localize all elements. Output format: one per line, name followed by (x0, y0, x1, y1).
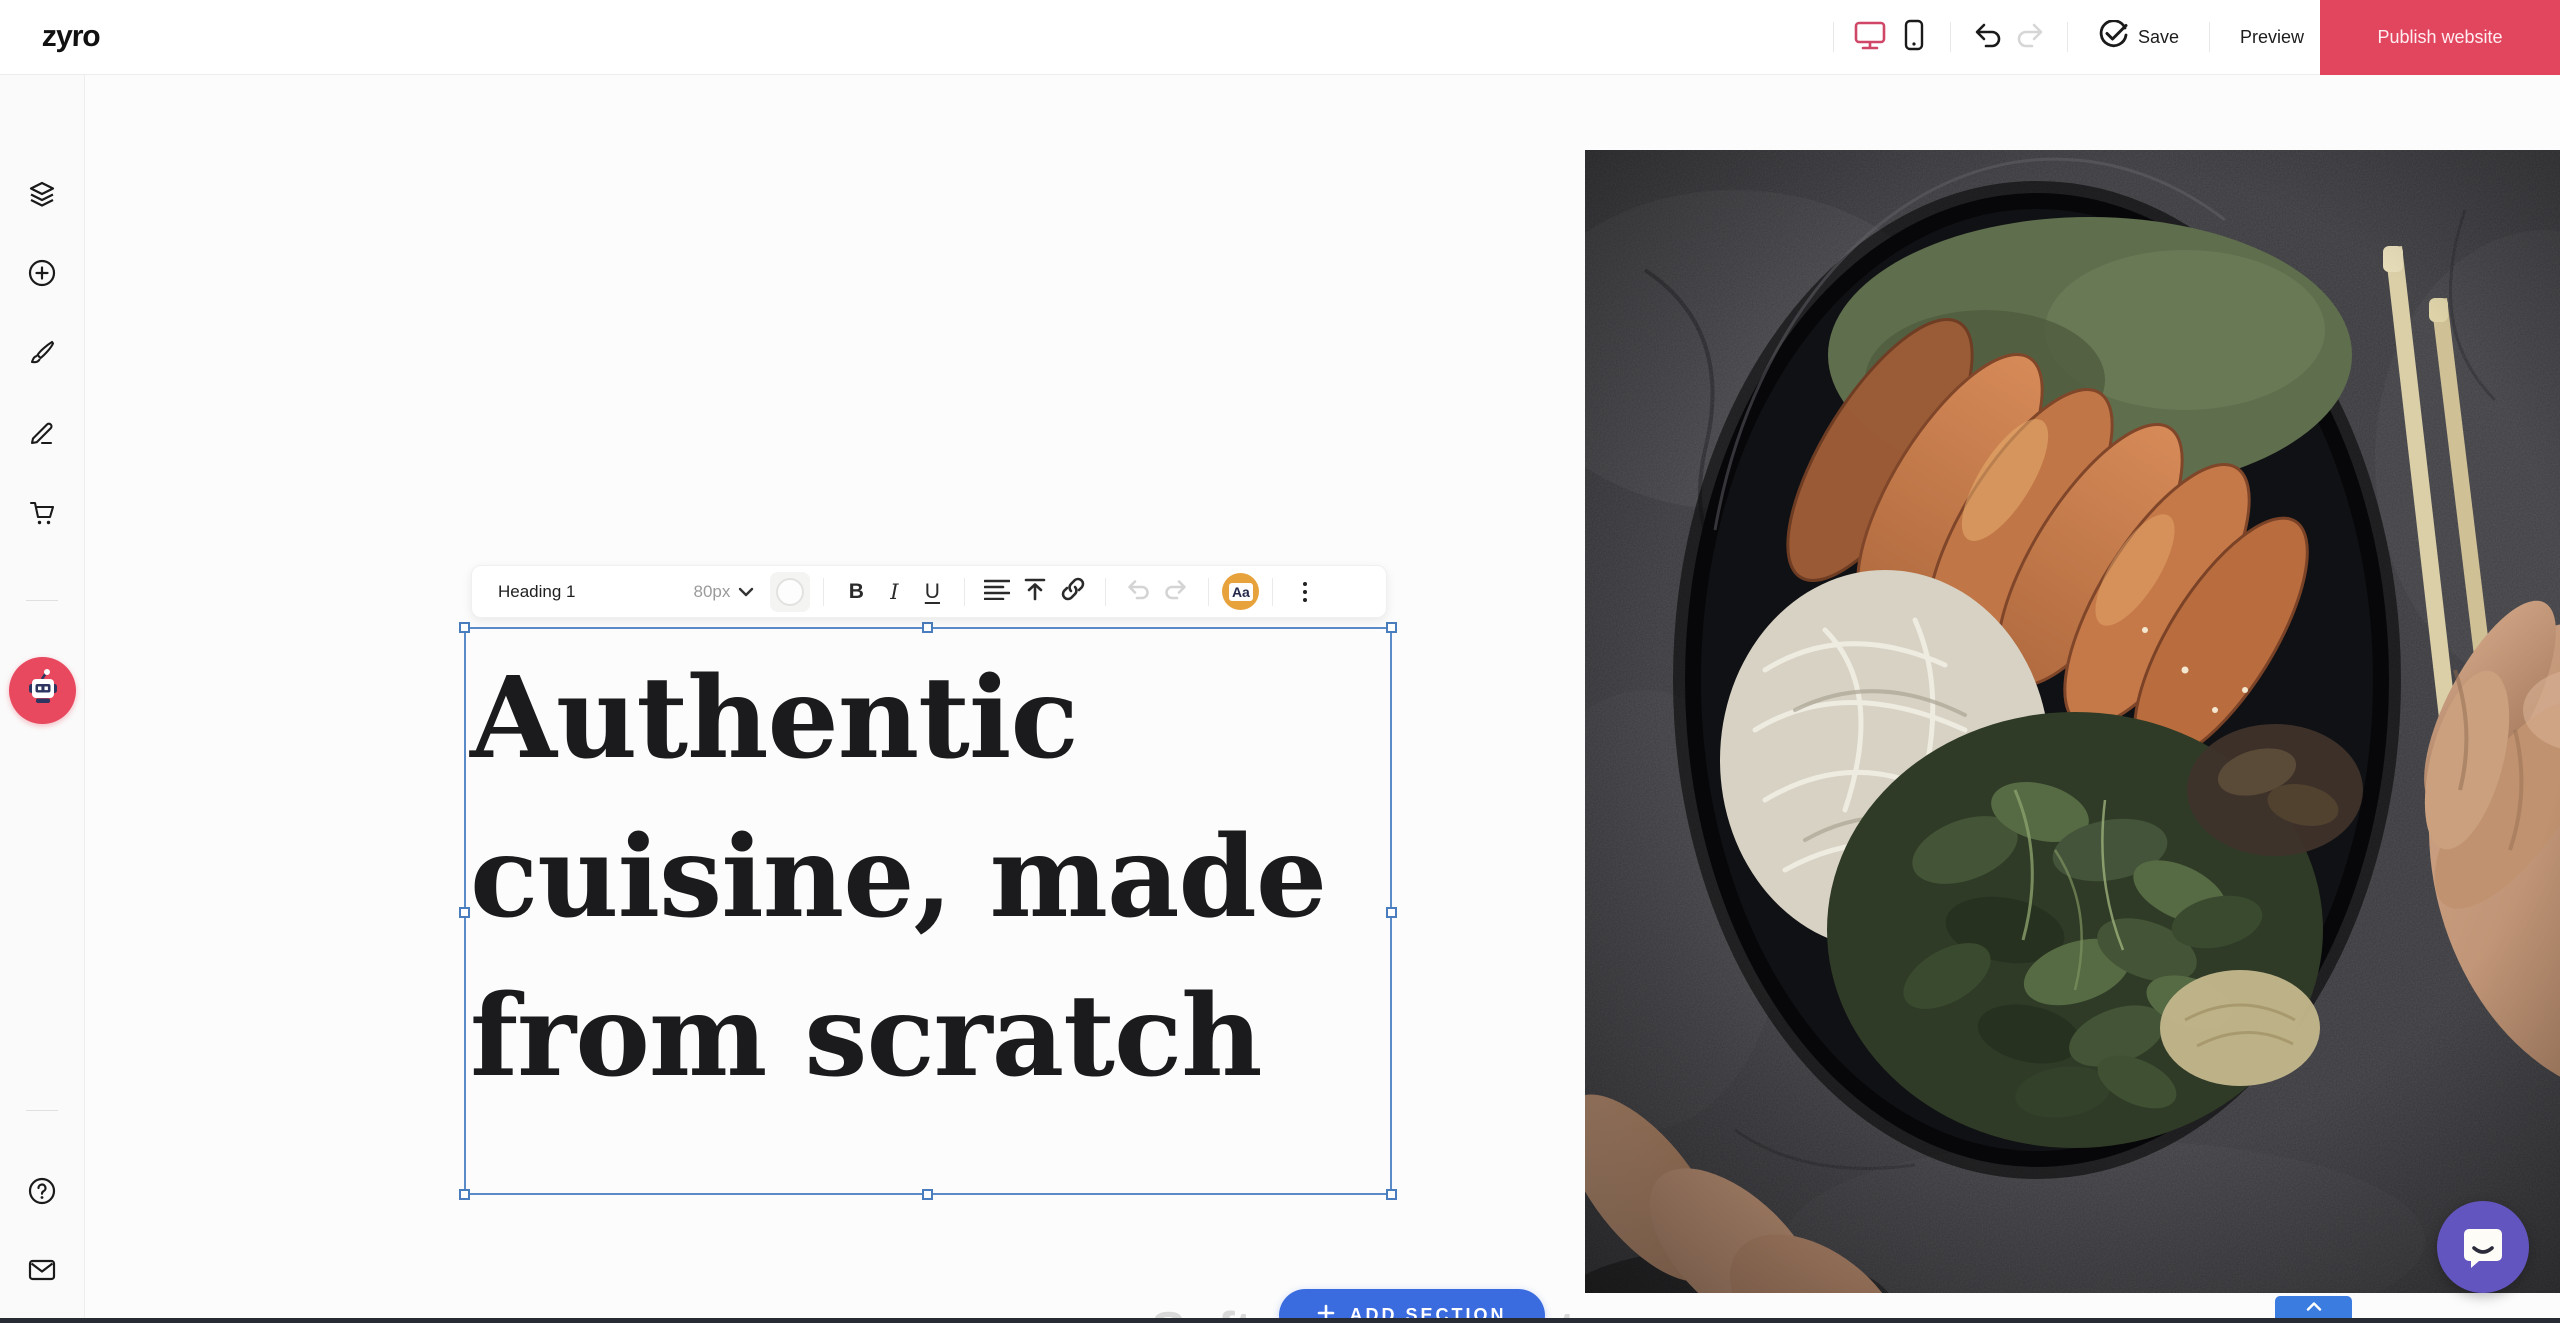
sidebar-item-blog[interactable] (20, 413, 64, 457)
undo-icon (1125, 578, 1151, 606)
selected-text-block[interactable]: Authentic cuisine, made from scratch (464, 627, 1392, 1195)
resize-handle-ne[interactable] (1386, 622, 1397, 633)
vertical-align-button[interactable] (1016, 573, 1054, 611)
sidebar-item-layers[interactable] (20, 174, 64, 218)
divider (1208, 578, 1209, 606)
desktop-view-button[interactable] (1848, 15, 1892, 59)
resize-handle-nw[interactable] (459, 622, 470, 633)
preview-button[interactable]: Preview (2224, 0, 2320, 74)
top-bar-actions: Save Preview Publish website (1819, 0, 2560, 74)
resize-handle-s[interactable] (922, 1189, 933, 1200)
redo-button[interactable] (2009, 15, 2053, 59)
align-left-icon (984, 578, 1010, 606)
robot-icon (21, 666, 65, 715)
divider (1950, 22, 1951, 52)
save-label: Save (2138, 27, 2179, 48)
underline-button[interactable]: U (913, 573, 951, 611)
hero-section-image[interactable] (1585, 150, 2560, 1293)
text-align-button[interactable] (978, 573, 1016, 611)
sidebar-divider (26, 1110, 58, 1111)
text-style-label[interactable]: Heading 1 (498, 582, 576, 602)
align-top-icon (1023, 577, 1047, 607)
resize-handle-sw[interactable] (459, 1189, 470, 1200)
sidebar-divider (26, 600, 58, 601)
font-size-dropdown[interactable]: 80px (694, 582, 755, 602)
sidebar (0, 75, 85, 1323)
paint-brush-icon (27, 338, 57, 373)
save-button[interactable]: Save (2082, 0, 2195, 74)
divider (2209, 22, 2210, 52)
ai-assistant-button[interactable] (9, 657, 76, 724)
resize-handle-n[interactable] (922, 622, 933, 633)
more-options-button[interactable] (1286, 573, 1324, 611)
text-color-button[interactable] (770, 572, 810, 612)
ai-writer-button[interactable]: Aa (1222, 573, 1259, 610)
kebab-menu-icon (1303, 582, 1307, 602)
ai-writer-label: Aa (1229, 583, 1253, 601)
sidebar-item-help[interactable] (20, 1171, 64, 1215)
chat-bubble-icon (2457, 1219, 2509, 1276)
window-bottom-edge (0, 1318, 2560, 1323)
chevron-up-icon (2306, 1299, 2322, 1314)
redo-icon (2016, 22, 2046, 53)
undo-button[interactable] (1965, 15, 2009, 59)
add-circle-icon (27, 258, 57, 293)
sidebar-item-store[interactable] (20, 493, 64, 537)
sidebar-item-add-element[interactable] (20, 253, 64, 297)
divider (1833, 22, 1834, 52)
mobile-phone-icon (1903, 19, 1925, 56)
text-toolbar: Heading 1 80px B I U (471, 565, 1387, 618)
divider (964, 578, 965, 606)
layers-icon (27, 179, 57, 214)
hero-heading[interactable]: Authentic cuisine, made from scratch (470, 639, 1382, 1116)
zyro-logo: zyro (41, 20, 100, 54)
editor-canvas: Heading 1 80px B I U (85, 75, 2560, 1323)
pencil-icon (27, 418, 57, 453)
sidebar-item-contact[interactable] (20, 1250, 64, 1294)
resize-handle-e[interactable] (1386, 907, 1397, 918)
divider (2067, 22, 2068, 52)
desktop-monitor-icon (1853, 19, 1887, 56)
chevron-down-icon (738, 582, 754, 602)
redo-icon (1163, 578, 1189, 606)
chat-widget-button[interactable] (2437, 1201, 2529, 1293)
resize-handle-w[interactable] (459, 907, 470, 918)
preview-label: Preview (2240, 27, 2304, 48)
divider (1105, 578, 1106, 606)
resize-handle-se[interactable] (1386, 1189, 1397, 1200)
help-icon (27, 1176, 57, 1211)
top-bar: zyro (0, 0, 2560, 75)
mobile-view-button[interactable] (1892, 15, 1936, 59)
mail-icon (27, 1257, 57, 1288)
toolbar-undo-button[interactable] (1119, 573, 1157, 611)
link-icon (1060, 576, 1086, 608)
shopping-cart-icon (27, 498, 57, 533)
bold-button[interactable]: B (837, 573, 875, 611)
divider (1272, 578, 1273, 606)
font-size-value: 80px (694, 582, 731, 602)
italic-button[interactable]: I (875, 573, 913, 611)
toolbar-redo-button[interactable] (1157, 573, 1195, 611)
sidebar-item-styles[interactable] (20, 333, 64, 377)
undo-icon (1972, 22, 2002, 53)
publish-website-button[interactable]: Publish website (2320, 0, 2560, 75)
color-swatch-icon (776, 578, 804, 606)
link-button[interactable] (1054, 573, 1092, 611)
divider (823, 578, 824, 606)
zyro-website-editor: zyro (0, 0, 2560, 1323)
save-check-icon (2098, 20, 2128, 55)
